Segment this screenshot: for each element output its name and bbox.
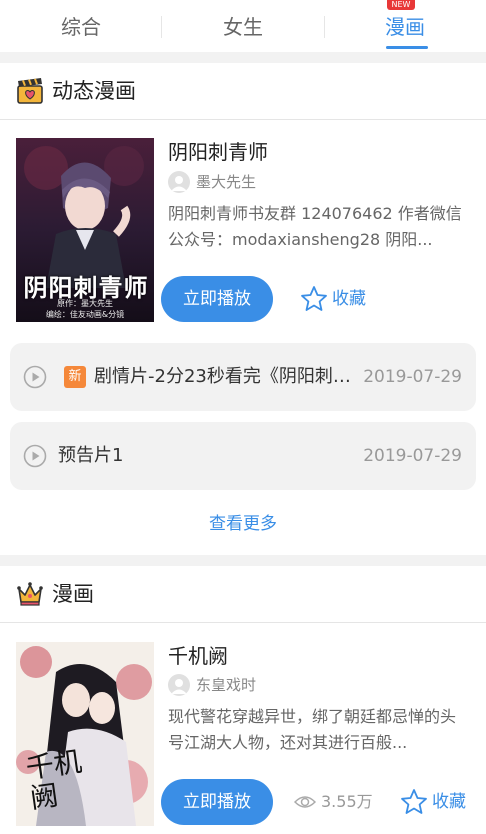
episode-date: 2019-07-29 [363,446,462,466]
view-more-link[interactable]: 查看更多 [0,509,486,534]
play-now-button[interactable]: 立即播放 [161,276,273,322]
star-icon [301,286,327,311]
tab-comics[interactable]: 漫画 [324,10,486,44]
author-row: 东皇戏时 [168,673,368,697]
author-name: 东皇戏时 [196,676,257,694]
episode-title: 预告片1 [58,445,124,466]
cover-title-text: 千机阙 [23,744,84,815]
new-badge: NEW [387,0,415,10]
clapperboard-heart-icon [17,78,43,104]
section-header: 动态漫画 [0,63,486,120]
episode-item[interactable]: 新 剧情片-2分23秒看完《阴阳刺… 2019-07-29 [10,343,476,411]
crown-icon [17,582,43,606]
comic-description: 现代警花穿越异世，绑了朝廷都忌惮的头号江湖大人物，还对其进行百般... [168,707,457,752]
favorite-button[interactable]: 收藏 [400,787,470,817]
view-count: 3.55万 [294,789,384,815]
episode-item[interactable]: 预告片1 2019-07-29 [10,422,476,490]
cover-image[interactable]: 千机阙 [16,642,154,826]
cover-image[interactable]: 阴阳刺青师 原作：墨大先生 编绘：佳友动画&分镜 [16,138,154,322]
active-tab-indicator [386,46,428,49]
comic-description: 阴阳刺青师书友群 124076462 作者微信公众号：modaxiansheng… [168,204,462,249]
section-title: 漫画 [52,582,94,606]
section-header: 漫画 [0,566,486,623]
avatar-icon [168,171,190,193]
comic-title[interactable]: 阴阳刺青师 [168,139,268,165]
favorite-button[interactable]: 收藏 [300,284,370,314]
cover-credit-1: 原作：墨大先生 [57,299,113,308]
favorite-label: 收藏 [432,792,466,812]
eye-icon [294,796,316,808]
play-circle-icon [23,365,47,389]
tab-female[interactable]: 女生 [162,10,324,44]
cover-credit-2: 编绘：佳友动画&分镜 [45,310,125,319]
comic-title[interactable]: 千机阙 [168,643,228,669]
author-name: 墨大先生 [196,173,257,191]
tab-general[interactable]: 综合 [0,10,162,44]
episode-title: 剧情片-2分23秒看完《阴阳刺… [94,366,351,387]
comics-section: 漫画 千机阙 千机阙 东皇戏时 现代警花穿越异世，绑了朝廷都忌惮的头号江湖大人物… [0,566,486,834]
episode-date: 2019-07-29 [363,367,462,387]
play-circle-icon [23,444,47,468]
play-now-button[interactable]: 立即播放 [161,779,273,825]
star-icon [401,789,427,814]
dynamic-comics-section: 动态漫画 阴阳刺青师 原作：墨大先生 编绘：佳友动画&分镜 阴阳刺青师 墨大先生… [0,63,486,555]
favorite-label: 收藏 [332,289,366,309]
top-tab-bar: 综合 女生 漫画 NEW [0,0,486,52]
section-title: 动态漫画 [52,79,136,103]
author-row: 墨大先生 [168,170,368,194]
view-count-value: 3.55万 [321,792,373,811]
avatar-icon [168,674,190,696]
new-episode-tag: 新 [64,366,86,388]
